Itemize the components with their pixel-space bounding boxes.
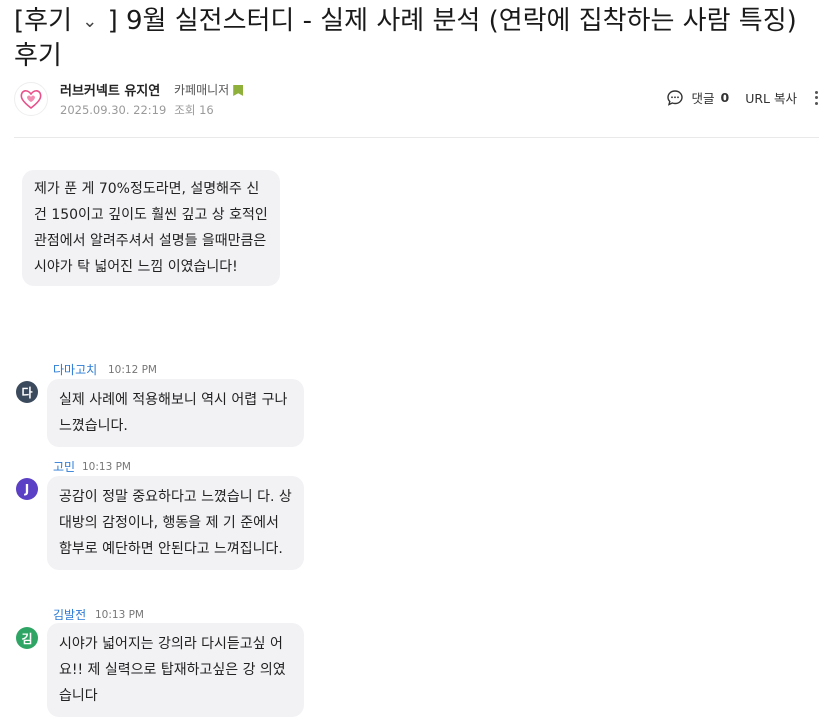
comment-button[interactable]: 댓글 0: [666, 88, 730, 107]
url-copy-button[interactable]: URL 복사: [745, 88, 797, 107]
avatar[interactable]: 다: [16, 381, 38, 403]
post-date: 2025.09.30. 22:19: [60, 103, 167, 117]
comment-bubble: 실제 사례에 적용해보니 역시 어렵 구나 느꼈습니다.: [47, 379, 304, 447]
comment-icon: [666, 89, 683, 106]
comment-author[interactable]: 김발전: [53, 606, 86, 623]
comment-author[interactable]: 다마고치: [53, 361, 97, 378]
comment-time: 10:12 PM: [108, 364, 157, 376]
avatar[interactable]: 김: [16, 627, 38, 649]
manager-badge-icon: [233, 85, 244, 96]
author-name[interactable]: 러브커넥트 유지연: [60, 80, 160, 99]
avatar[interactable]: J: [16, 478, 38, 500]
category-label[interactable]: [후기: [14, 6, 72, 36]
comment-bubble: 공감이 정말 중요하다고 느꼈습니 다. 상대방의 감정이나, 행동을 제 기 …: [47, 476, 304, 570]
comment-count: 0: [720, 90, 730, 105]
comment-time: 10:13 PM: [82, 461, 131, 473]
comment-time: 10:13 PM: [95, 609, 144, 621]
role-label: 카페매니저: [174, 83, 230, 97]
quoted-message: 제가 푼 게 70%정도라면, 설명해주 신 건 150이고 깊이도 훨씬 깊고…: [22, 170, 280, 286]
author-row: 러브커넥트 유지연 카페매니저 2025.09.30. 22:19 조회 16 댓…: [14, 80, 819, 120]
title-text: ] 9월 실전스터디 - 실제 사례 분석 (연락에 집착하는 사람 특징) 후…: [14, 6, 797, 71]
post-title: [후기 ⌄ ] 9월 실전스터디 - 실제 사례 분석 (연락에 집착하는 사람…: [14, 4, 814, 73]
heart-logo-icon: [20, 90, 42, 110]
chevron-down-icon[interactable]: ⌄: [82, 5, 97, 39]
avatar[interactable]: [14, 82, 48, 116]
view-count: 조회 16: [174, 103, 214, 117]
comment-label: 댓글: [691, 91, 715, 106]
comment-bubble: 시야가 넓어지는 강의라 다시듣고싶 어요!! 제 실력으로 탑재하고싶은 강 …: [47, 623, 304, 717]
divider: [14, 137, 819, 138]
post-tools: 댓글 0 URL 복사: [666, 88, 820, 107]
author-role: 카페매니저: [174, 81, 244, 98]
more-options-icon[interactable]: [813, 89, 819, 107]
post-meta: 2025.09.30. 22:19 조회 16: [60, 102, 214, 118]
comment-author[interactable]: 고민: [53, 458, 75, 475]
